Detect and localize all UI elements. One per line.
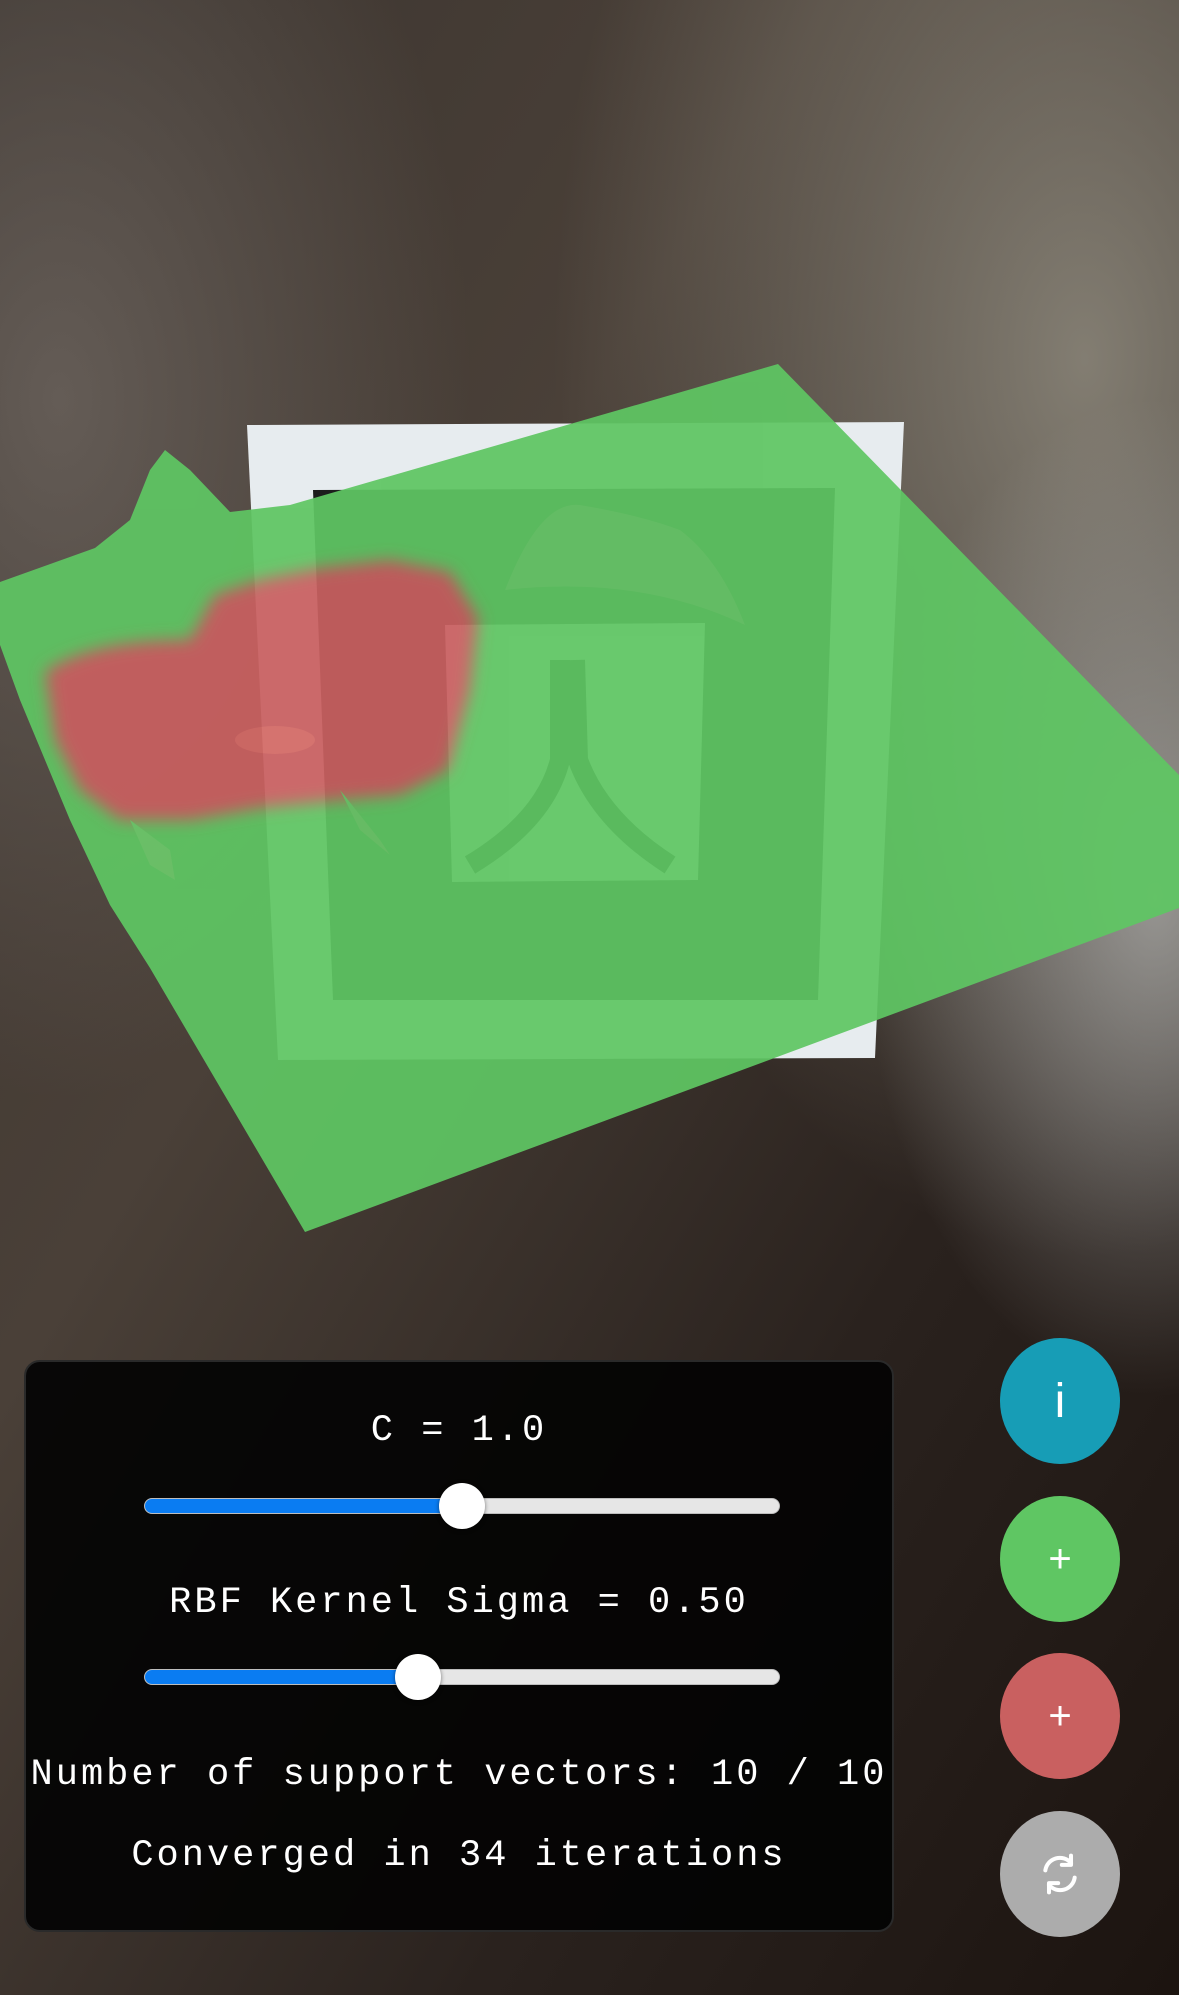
support-vectors-count: Number of support vectors: 10 / 10: [30, 1754, 888, 1796]
sigma-slider-thumb[interactable]: [394, 1654, 441, 1700]
c-parameter-label: C = 1.0: [370, 1410, 548, 1452]
reset-button[interactable]: [1000, 1811, 1120, 1937]
add-red-point-button[interactable]: +: [1000, 1653, 1120, 1779]
sigma-slider-fill: [145, 1670, 418, 1684]
add-green-point-button[interactable]: +: [1000, 1496, 1120, 1622]
refresh-icon: [1043, 1853, 1077, 1895]
c-slider-thumb[interactable]: [439, 1483, 485, 1529]
convergence-status: Converged in 34 iterations: [131, 1835, 787, 1877]
c-slider[interactable]: [144, 1483, 780, 1529]
svm-control-panel: C = 1.0 RBF Kernel Sigma = 0.50 Number o…: [24, 1360, 894, 1932]
c-slider-fill: [145, 1499, 462, 1513]
info-button[interactable]: i: [1000, 1338, 1120, 1464]
plus-icon: +: [1048, 1536, 1072, 1581]
info-icon: i: [1054, 1374, 1066, 1428]
plus-icon: +: [1048, 1693, 1072, 1738]
sigma-parameter-label: RBF Kernel Sigma = 0.50: [169, 1582, 749, 1624]
sigma-slider[interactable]: [144, 1654, 780, 1700]
